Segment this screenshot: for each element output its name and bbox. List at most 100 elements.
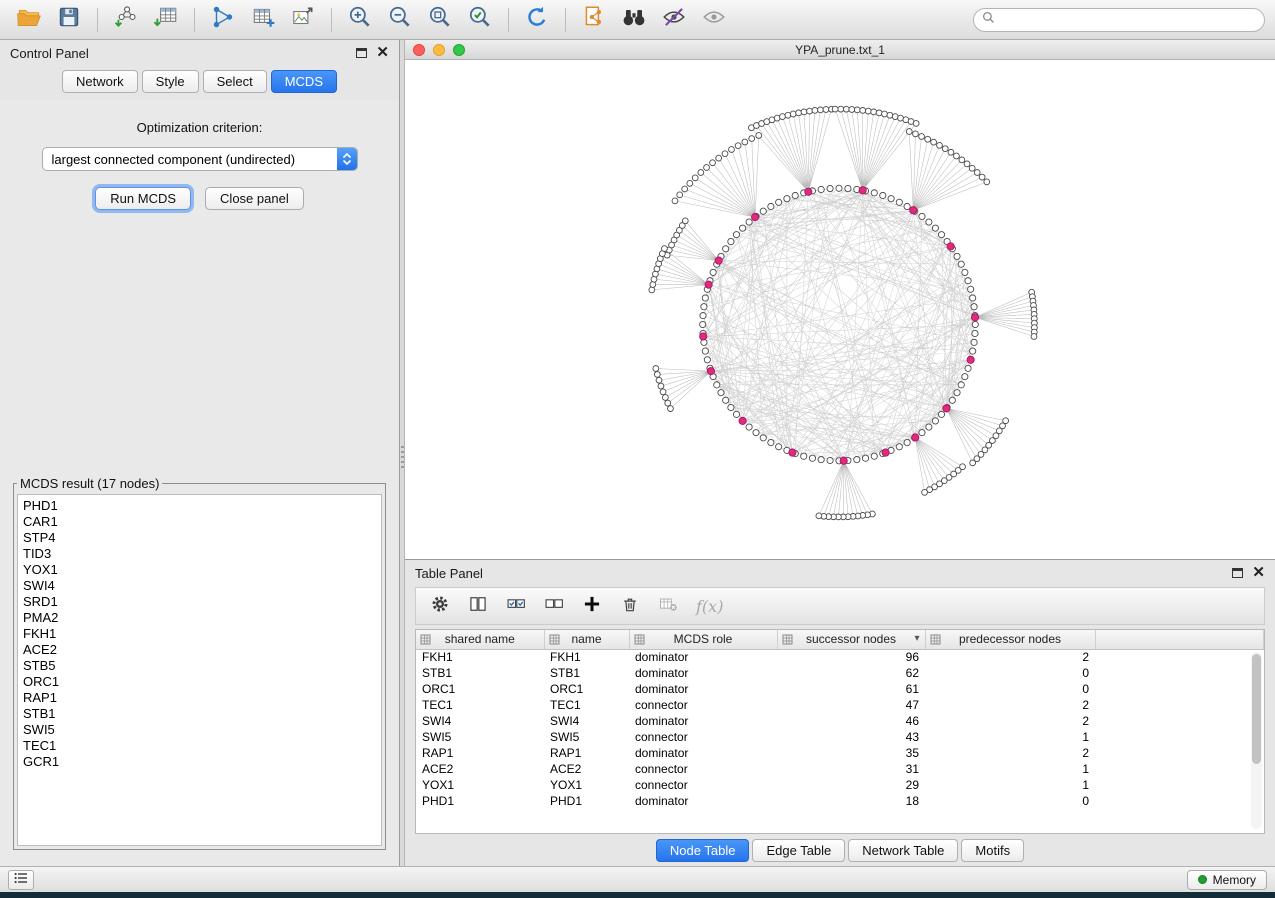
table-cell[interactable]: ACE2 [544,761,629,777]
binoculars-button[interactable] [615,4,653,36]
zoom-selected-button[interactable] [461,4,499,36]
function-builder-button[interactable]: f(x) [696,597,723,616]
mcds-result-item[interactable]: TEC1 [23,738,376,754]
table-cell[interactable]: 2 [925,697,1095,713]
table-row[interactable]: SWI5SWI5connector431 [416,729,1264,745]
panel-splitter[interactable] [400,40,405,866]
tab-network[interactable]: Network [62,70,138,93]
import-table-button[interactable] [147,4,185,36]
table-cell[interactable]: TEC1 [544,697,629,713]
table-cell[interactable]: connector [629,761,777,777]
mcds-result-item[interactable]: PHD1 [23,498,376,514]
column-header-name[interactable]: name [544,630,629,649]
table-cell[interactable]: SWI5 [544,729,629,745]
table-row[interactable]: ORC1ORC1dominator610 [416,681,1264,697]
mcds-result-item[interactable]: ORC1 [23,674,376,690]
table-cell[interactable]: 35 [777,745,925,761]
table-row[interactable]: STB1STB1dominator620 [416,665,1264,681]
mcds-result-list[interactable]: PHD1CAR1STP4TID3YOX1SWI4SRD1PMA2FKH1ACE2… [17,494,382,846]
table-cell[interactable]: connector [629,777,777,793]
tab-network-table[interactable]: Network Table [848,839,958,862]
tab-select[interactable]: Select [203,70,267,93]
table-cell[interactable]: 29 [777,777,925,793]
close-panel-icon[interactable]: ✕ [376,48,389,58]
add-column-button[interactable] [582,594,602,619]
table-cell[interactable]: SWI4 [416,713,544,729]
table-cell[interactable]: RAP1 [416,745,544,761]
table-cell[interactable]: RAP1 [544,745,629,761]
table-cell[interactable]: SWI4 [544,713,629,729]
table-cell[interactable]: TEC1 [416,697,544,713]
column-header-mcds-role[interactable]: MCDS role [629,630,777,649]
table-cell[interactable]: 1 [925,729,1095,745]
optimization-select[interactable]: largest connected component (undirected) [42,147,358,171]
float-table-panel-icon[interactable] [1232,568,1243,578]
open-folder-button[interactable] [10,4,48,36]
zoom-out-button[interactable] [381,4,419,36]
table-cell[interactable]: ACE2 [416,761,544,777]
table-settings-button[interactable] [430,594,450,619]
tab-style[interactable]: Style [142,70,199,93]
table-cell[interactable]: dominator [629,649,777,665]
column-header-predecessor-nodes[interactable]: predecessor nodes [925,630,1095,649]
mcds-result-item[interactable]: STB5 [23,658,376,674]
mcds-result-item[interactable]: SWI5 [23,722,376,738]
table-cell[interactable]: dominator [629,681,777,697]
tab-node-table[interactable]: Node Table [656,839,750,862]
table-scrollbar-thumb[interactable] [1252,654,1261,764]
mcds-result-item[interactable]: CAR1 [23,514,376,530]
table-cell[interactable]: STB1 [544,665,629,681]
table-cell[interactable]: dominator [629,665,777,681]
tab-motifs[interactable]: Motifs [961,839,1024,862]
mcds-result-item[interactable]: ACE2 [23,642,376,658]
table-cell[interactable]: ORC1 [416,681,544,697]
table-cell[interactable]: 0 [925,681,1095,697]
import-network-button[interactable] [107,4,145,36]
table-cell[interactable]: YOX1 [416,777,544,793]
zoom-in-button[interactable] [341,4,379,36]
column-header-successor-nodes[interactable]: successor nodes▾ [777,630,925,649]
table-cell[interactable]: 96 [777,649,925,665]
show-details-button[interactable] [695,4,733,36]
table-cell[interactable]: 0 [925,793,1095,809]
memory-button[interactable]: Memory [1187,870,1267,890]
mcds-result-item[interactable]: YOX1 [23,562,376,578]
table-cell[interactable]: YOX1 [544,777,629,793]
mcds-result-item[interactable]: SRD1 [23,594,376,610]
mcds-result-item[interactable]: TID3 [23,546,376,562]
float-panel-icon[interactable] [356,48,367,58]
mcds-result-item[interactable]: GCR1 [23,754,376,770]
zoom-fit-button[interactable] [421,4,459,36]
table-cell[interactable]: 43 [777,729,925,745]
task-history-button[interactable] [8,870,34,890]
table-row[interactable]: PHD1PHD1dominator180 [416,793,1264,809]
table-cell[interactable]: dominator [629,713,777,729]
table-row[interactable]: ACE2ACE2connector311 [416,761,1264,777]
search-box[interactable] [973,8,1265,32]
table-cell[interactable]: 46 [777,713,925,729]
table-cell[interactable]: dominator [629,745,777,761]
mcds-result-item[interactable]: SWI4 [23,578,376,594]
select-all-button[interactable] [506,594,526,619]
mcds-result-item[interactable]: RAP1 [23,690,376,706]
table-cell[interactable]: 1 [925,761,1095,777]
table-row[interactable]: TEC1TEC1connector472 [416,697,1264,713]
close-table-panel-icon[interactable]: ✕ [1252,568,1265,578]
table-cell[interactable]: 2 [925,745,1095,761]
export-image-button[interactable] [284,4,322,36]
table-cell[interactable]: 18 [777,793,925,809]
table-cell[interactable]: FKH1 [416,649,544,665]
tab-edge-table[interactable]: Edge Table [752,839,845,862]
table-cell[interactable]: SWI5 [416,729,544,745]
table-cell[interactable]: dominator [629,793,777,809]
table-cell[interactable]: PHD1 [544,793,629,809]
table-cell[interactable]: 62 [777,665,925,681]
table-cell[interactable]: 2 [925,649,1095,665]
close-panel-button[interactable]: Close panel [205,187,304,210]
save-button[interactable] [50,4,88,36]
column-header-shared-name[interactable]: shared name [416,630,544,649]
network-graph[interactable] [405,60,1275,559]
delete-table-button[interactable] [658,594,678,619]
new-table-button[interactable] [244,4,282,36]
table-cell[interactable]: PHD1 [416,793,544,809]
